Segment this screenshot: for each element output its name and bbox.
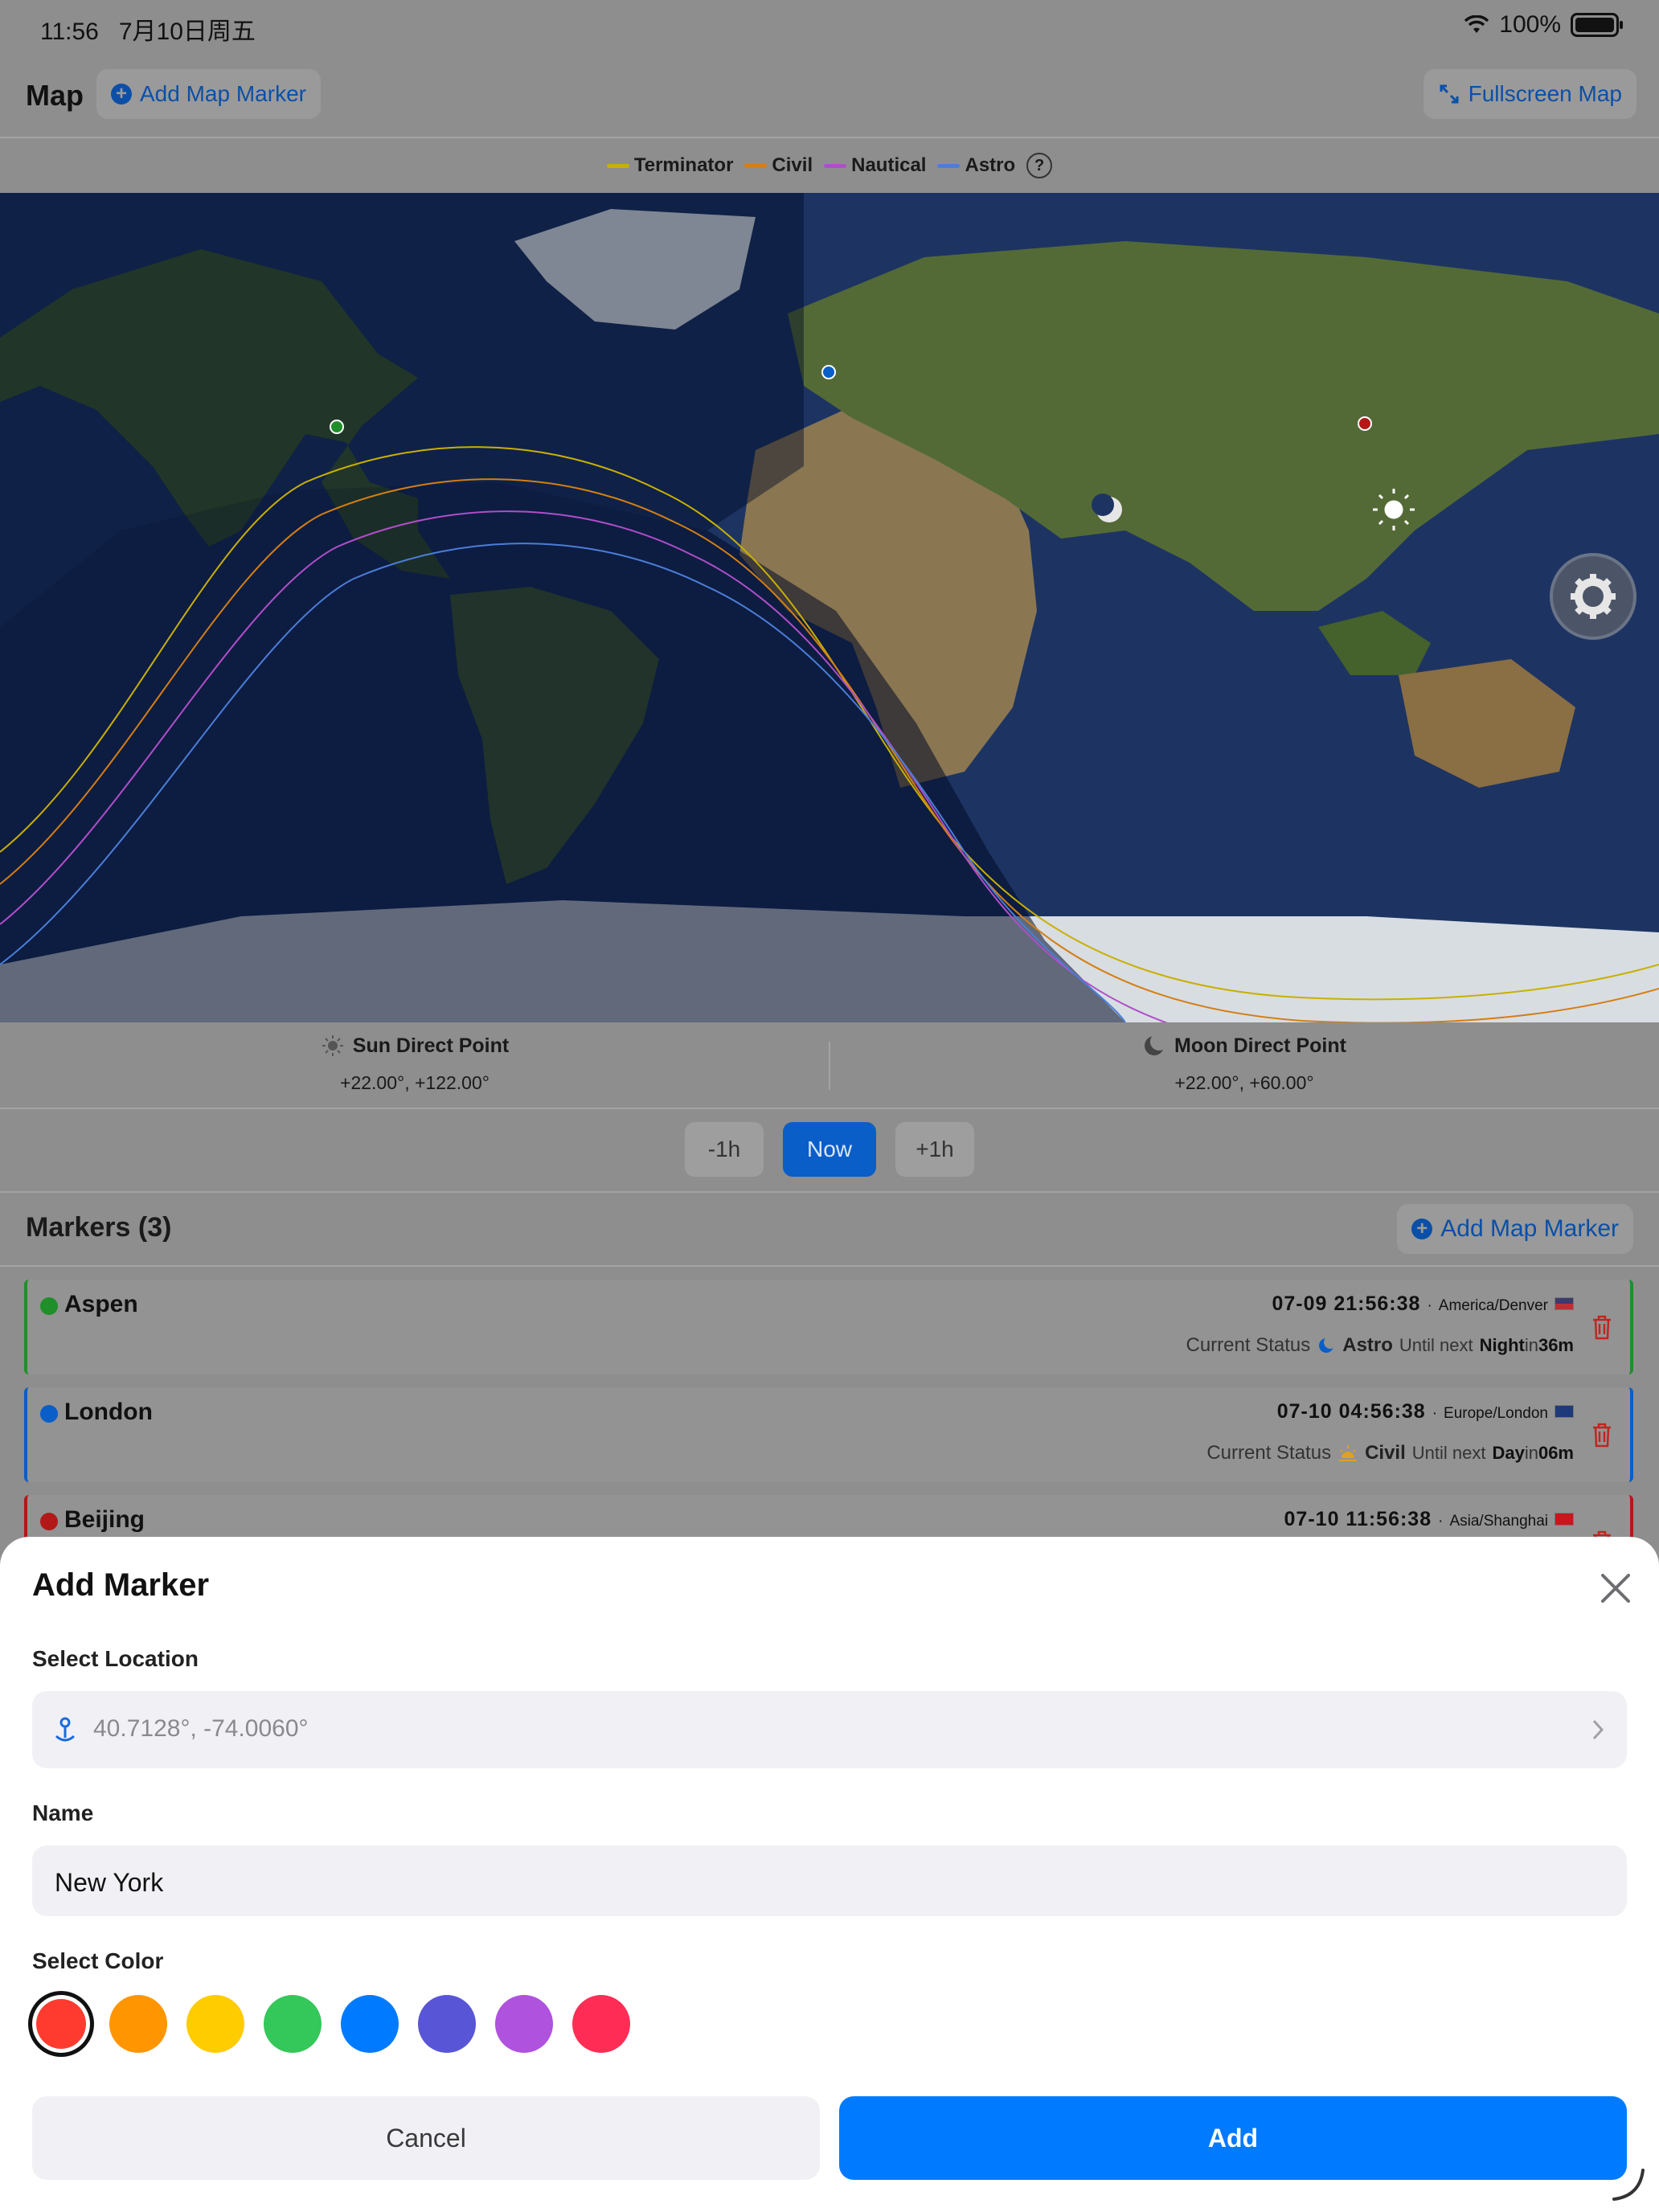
add-map-marker-label: Add Map Marker	[1440, 1215, 1619, 1242]
markers-title: Markers (3)	[26, 1212, 172, 1243]
question-circle-icon[interactable]: ?	[1026, 153, 1053, 178]
close-icon[interactable]	[1596, 1569, 1635, 1608]
nav-bar: Map + Add Map Marker Fullscreen Map	[0, 56, 1659, 138]
sun-direct-value: +22.00°, +122.00°	[340, 1072, 490, 1093]
battery-icon	[1571, 13, 1623, 37]
plus-hour-button[interactable]: +1h	[895, 1122, 974, 1177]
location-field[interactable]: 40.7128°, -74.0060°	[32, 1691, 1627, 1768]
marker-status: Current Status Astro Until next Night in 3…	[1186, 1334, 1575, 1356]
marker-time: 07-10 04:56:38 · Europe/London	[1277, 1400, 1574, 1423]
marker-name: Beijing	[64, 1506, 145, 1533]
cancel-button[interactable]: Cancel	[32, 2096, 820, 2180]
add-button[interactable]: Add	[839, 2096, 1627, 2180]
color-swatch-orange[interactable]	[109, 1995, 167, 2053]
add-map-marker-button[interactable]: + Add Map Marker	[96, 69, 321, 119]
marker-color-dot	[40, 1513, 58, 1530]
trash-icon[interactable]	[1590, 1313, 1614, 1341]
sheet-title: Add Marker	[32, 1567, 210, 1603]
twilight-legend: Terminator Civil Nautical Astro ?	[0, 138, 1659, 193]
sunrise-icon	[1339, 1445, 1358, 1461]
us-flag-icon	[1555, 1297, 1574, 1310]
minus-hour-button[interactable]: -1h	[685, 1122, 764, 1177]
map-marker-aspen	[330, 420, 344, 434]
moon-direct-point: Moon Direct Point +22.00°, +60.00°	[830, 1022, 1659, 1094]
legend-nautical: Nautical	[824, 154, 926, 177]
expand-icon	[1440, 84, 1459, 104]
marker-card-aspen[interactable]: Aspen 07-09 21:56:38 · America/Denver Curr…	[24, 1280, 1633, 1374]
plus-circle-icon: +	[111, 84, 132, 104]
marker-time: 07-10 11:56:38 · Asia/Shanghai	[1284, 1508, 1574, 1531]
map-marker-beijing	[1358, 416, 1372, 431]
map-canvas	[0, 193, 1659, 1022]
marker-name: London	[64, 1399, 153, 1425]
name-input-value[interactable]: New York	[55, 1868, 163, 1898]
plus-circle-icon: +	[1411, 1219, 1433, 1239]
add-map-marker-label: Add Map Marker	[140, 81, 306, 106]
gear-icon	[1571, 574, 1616, 619]
moon-direct-value: +22.00°, +60.00°	[1174, 1072, 1314, 1093]
fullscreen-map-button[interactable]: Fullscreen Map	[1423, 69, 1636, 119]
name-label: Name	[32, 1800, 94, 1825]
chevron-right-icon	[1592, 1719, 1604, 1740]
add-map-marker-button-2[interactable]: + Add Map Marker	[1397, 1204, 1633, 1254]
uk-flag-icon	[1555, 1405, 1574, 1418]
moon-icon	[1145, 1034, 1167, 1055]
status-right: 100%	[1464, 11, 1623, 39]
status-time: 11:56 7月10日周五	[40, 18, 256, 45]
legend-terminator: Terminator	[606, 154, 733, 177]
markers-header: Markers (3) + Add Map Marker	[0, 1191, 1659, 1267]
color-swatch-blue[interactable]	[341, 1995, 399, 2053]
moon-status-icon	[1319, 1336, 1337, 1353]
resize-handle-icon[interactable]	[1611, 2167, 1646, 2202]
location-value: 40.7128°, -74.0060°	[93, 1715, 309, 1742]
color-swatch-indigo[interactable]	[418, 1995, 476, 2053]
fullscreen-map-label: Fullscreen Map	[1468, 81, 1622, 106]
marker-status: Current Status Civil Until next Day in 06m	[1206, 1442, 1574, 1464]
world-map[interactable]	[0, 193, 1659, 1022]
marker-time: 07-09 21:56:38 · America/Denver	[1272, 1292, 1574, 1316]
status-bar: 11:56 7月10日周五 100%	[0, 0, 1659, 56]
color-swatch-red[interactable]	[36, 1999, 86, 2049]
marker-color-dot	[40, 1297, 58, 1315]
trash-icon[interactable]	[1590, 1421, 1614, 1448]
name-field[interactable]: New York	[32, 1845, 1627, 1916]
legend-astro: Astro	[937, 154, 1015, 177]
page-title: Map	[26, 79, 84, 112]
sun-icon	[322, 1035, 343, 1056]
wifi-icon	[1464, 15, 1489, 33]
legend-civil: Civil	[744, 154, 813, 177]
map-marker-london	[821, 365, 836, 379]
marker-card-london[interactable]: London 07-10 04:56:38 · Europe/London Curr…	[24, 1387, 1633, 1482]
color-swatch-green[interactable]	[264, 1995, 322, 2053]
time-controls: -1h Now +1h	[0, 1109, 1659, 1190]
direct-points-panel: Sun Direct Point +22.00°, +122.00° Moon …	[0, 1022, 1659, 1109]
marker-color-dot	[40, 1405, 58, 1423]
sun-direct-title: Sun Direct Point	[352, 1034, 510, 1057]
color-swatch-pink[interactable]	[572, 1995, 630, 2053]
moon-direct-title: Moon Direct Point	[1174, 1034, 1346, 1057]
sun-direct-point: Sun Direct Point +22.00°, +122.00°	[0, 1022, 830, 1094]
now-button[interactable]: Now	[783, 1122, 876, 1177]
map-settings-button[interactable]	[1553, 556, 1633, 637]
select-location-label: Select Location	[32, 1646, 199, 1671]
select-color-label: Select Color	[32, 1948, 164, 1973]
location-pin-icon	[55, 1717, 76, 1742]
marker-name: Aspen	[64, 1291, 138, 1317]
color-swatch-yellow[interactable]	[186, 1995, 244, 2053]
color-swatch-purple[interactable]	[495, 1995, 553, 2053]
battery-percent: 100%	[1499, 11, 1561, 38]
cn-flag-icon	[1555, 1513, 1574, 1526]
